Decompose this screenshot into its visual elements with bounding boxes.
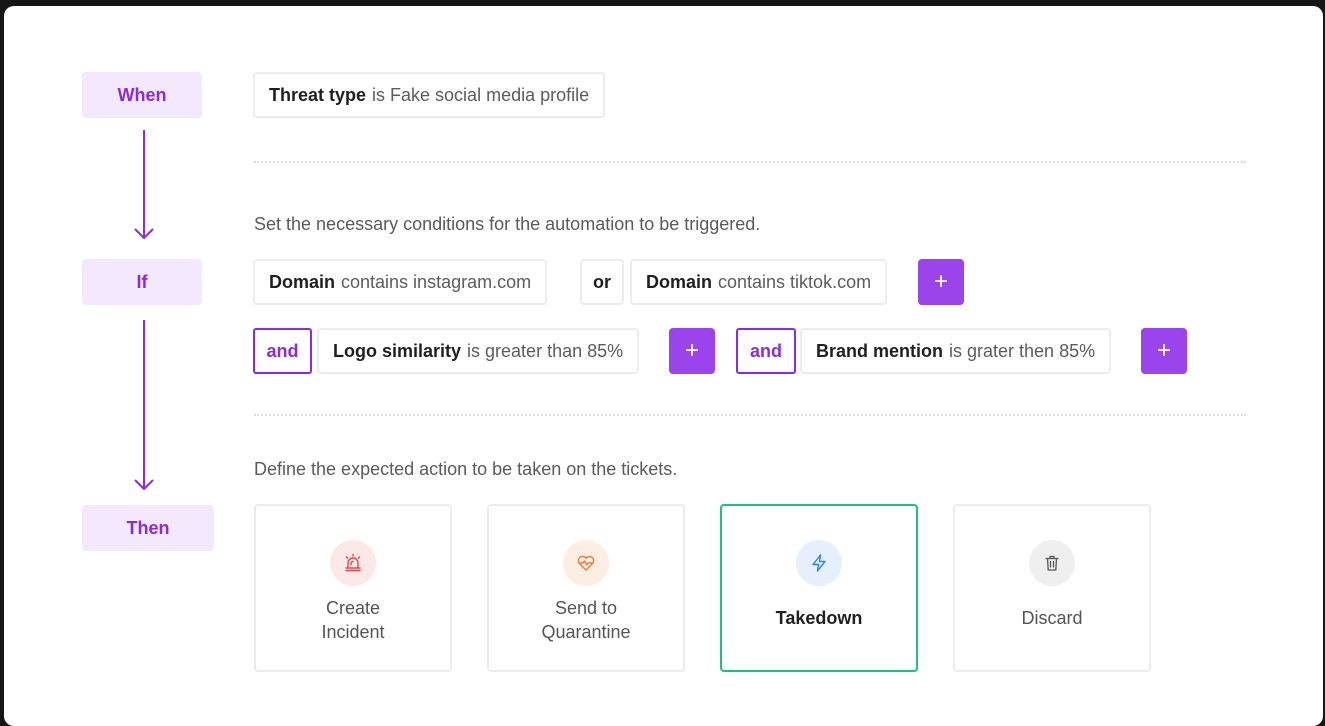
condition-value: contains instagram.com xyxy=(341,271,532,292)
trash-icon xyxy=(1029,540,1075,586)
action-label: Send to Quarantine xyxy=(541,598,631,642)
lightning-icon xyxy=(796,540,842,586)
action-discard[interactable]: Discard xyxy=(953,504,1151,672)
action-label: Create Incident xyxy=(321,598,385,642)
condition-key: Domain xyxy=(646,271,713,292)
divider xyxy=(254,414,1246,416)
action-label: Discard xyxy=(1021,608,1083,628)
and-operator[interactable]: and xyxy=(736,328,796,374)
action-takedown[interactable]: Takedown xyxy=(720,504,918,672)
or-label: or xyxy=(593,271,611,292)
condition-domain-instagram[interactable]: Domain contains instagram.com xyxy=(253,259,548,305)
condition-brand-mention[interactable]: Brand mention is grater then 85% xyxy=(800,328,1112,374)
divider xyxy=(254,161,1246,163)
action-send-to-quarantine[interactable]: Send to Quarantine xyxy=(487,504,685,672)
then-hint: Define the expected action to be taken o… xyxy=(254,459,678,479)
condition-key: Domain xyxy=(269,271,336,292)
alarm-icon xyxy=(330,540,376,586)
or-operator[interactable]: or xyxy=(580,259,624,305)
add-condition-button[interactable]: + xyxy=(1141,328,1187,374)
condition-domain-tiktok[interactable]: Domain contains tiktok.com xyxy=(630,259,888,305)
stage-when: When xyxy=(82,72,202,118)
add-condition-button[interactable]: + xyxy=(669,328,715,374)
down-arrow-icon xyxy=(134,128,154,243)
condition-logo-similarity[interactable]: Logo similarity is greater than 85% xyxy=(317,328,640,374)
heart-pulse-icon xyxy=(563,540,609,586)
stage-then: Then xyxy=(82,505,214,551)
down-arrow-icon xyxy=(134,318,154,494)
condition-key: Logo similarity xyxy=(333,340,462,361)
condition-key: Brand mention xyxy=(816,340,944,361)
condition-value: is Fake social media profile xyxy=(372,84,590,105)
if-hint: Set the necessary conditions for the aut… xyxy=(254,214,761,234)
add-condition-button[interactable]: + xyxy=(918,259,964,305)
and-operator[interactable]: and xyxy=(253,328,312,374)
condition-key: Threat type xyxy=(269,84,367,105)
condition-value: contains tiktok.com xyxy=(718,271,872,292)
condition-value: is grater then 85% xyxy=(949,340,1096,361)
condition-value: is greater than 85% xyxy=(467,340,624,361)
action-label: Takedown xyxy=(775,608,863,628)
stage-if: If xyxy=(82,259,202,305)
when-condition-chip[interactable]: Threat type is Fake social media profile xyxy=(253,72,606,118)
action-create-incident[interactable]: Create Incident xyxy=(254,504,452,672)
